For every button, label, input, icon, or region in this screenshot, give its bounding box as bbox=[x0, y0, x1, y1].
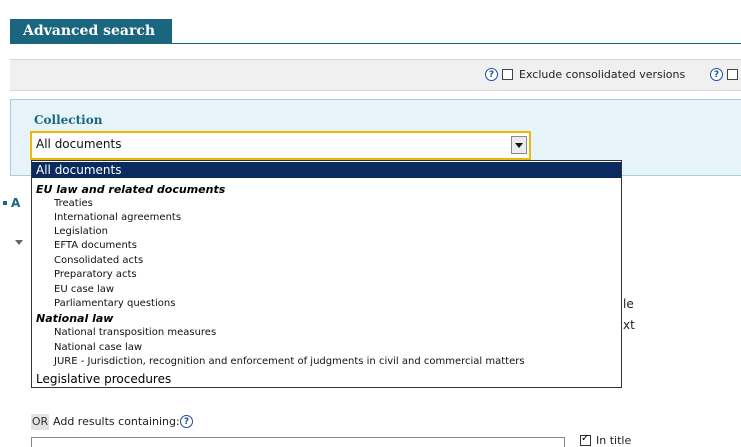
dropdown-option-legislative-procedures[interactable]: Legislative procedures bbox=[32, 372, 621, 387]
help-icon-2[interactable]: ? bbox=[710, 68, 723, 81]
exclude-consolidated-label: Exclude consolidated versions bbox=[519, 68, 686, 81]
section-heading-fragment: A bbox=[11, 196, 21, 210]
dropdown-option[interactable]: National case law bbox=[32, 341, 621, 355]
add-results-label: Add results containing: bbox=[53, 415, 180, 428]
add-results-input[interactable] bbox=[31, 437, 565, 447]
dropdown-arrow-icon[interactable] bbox=[511, 136, 527, 154]
dropdown-option[interactable]: National transposition measures bbox=[32, 326, 621, 340]
section-bullet-icon bbox=[3, 201, 7, 205]
in-title-label: In title bbox=[596, 434, 632, 447]
or-operator-badge[interactable]: OR bbox=[31, 414, 49, 430]
dropdown-option[interactable]: Parliamentary questions bbox=[32, 297, 621, 311]
dropdown-option[interactable]: Treaties bbox=[32, 197, 621, 211]
option-checkbox-2[interactable] bbox=[727, 69, 738, 80]
background-text-fragment: xt bbox=[623, 318, 635, 332]
dropdown-group-national-law: National law bbox=[36, 312, 114, 325]
dropdown-option[interactable]: JURE - Jurisdiction, recognition and enf… bbox=[32, 355, 621, 369]
collapse-triangle-icon[interactable] bbox=[15, 240, 23, 245]
dropdown-group-eu-law: EU law and related documents bbox=[36, 183, 226, 196]
in-title-checkbox[interactable] bbox=[580, 433, 591, 446]
help-icon-3[interactable]: ? bbox=[180, 415, 193, 428]
exclude-consolidated-checkbox[interactable] bbox=[502, 69, 513, 80]
collection-label: Collection bbox=[34, 113, 103, 127]
dropdown-option[interactable]: Legislation bbox=[32, 225, 621, 239]
dropdown-option[interactable]: EFTA documents bbox=[32, 239, 621, 253]
help-icon[interactable]: ? bbox=[485, 68, 498, 81]
header-divider bbox=[10, 43, 741, 44]
background-text-fragment: le bbox=[623, 297, 634, 311]
dropdown-option[interactable]: Consolidated acts bbox=[32, 254, 621, 268]
collection-select-value: All documents bbox=[36, 137, 122, 151]
dropdown-option[interactable]: International agreements bbox=[32, 211, 621, 225]
dropdown-option[interactable]: EU case law bbox=[32, 283, 621, 297]
advanced-search-tab: Advanced search bbox=[10, 19, 172, 44]
dropdown-option[interactable]: Preparatory acts bbox=[32, 268, 621, 282]
dropdown-option-selected[interactable]: All documents bbox=[32, 162, 621, 178]
